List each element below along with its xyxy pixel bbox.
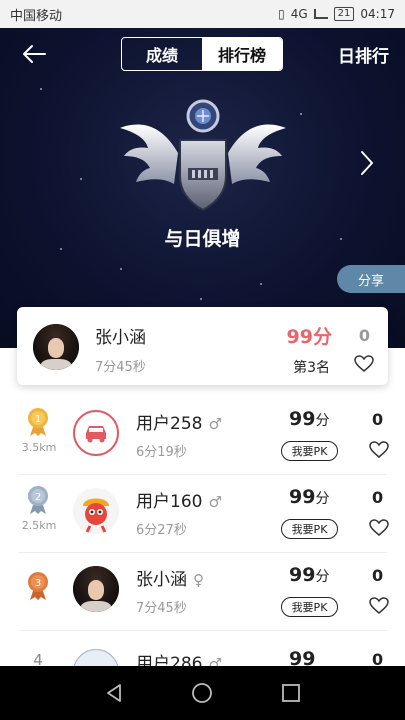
male-icon: ♂ [208, 415, 222, 433]
nav-home-button[interactable] [189, 680, 215, 706]
leaderboard-row[interactable]: 1 3.5km 用户258 ♂ 6分19秒 99分 我要PK 0 [0, 397, 405, 475]
share-button[interactable]: 分享 [337, 265, 405, 293]
pk-button[interactable]: 我要PK [281, 441, 338, 461]
pk-button[interactable]: 我要PK [281, 519, 338, 539]
gold-medal-icon: 1 [28, 408, 48, 436]
user-time: 6分27秒 [136, 523, 187, 538]
bronze-medal-icon: 3 [28, 572, 48, 600]
likes-count: 0 [372, 566, 384, 585]
carrier-label: 中国移动 [10, 8, 63, 24]
clock: 04:17 [360, 7, 395, 21]
user-name: 用户258 ♂ [136, 414, 222, 434]
user-avatar[interactable] [73, 410, 119, 456]
signal-icon [313, 9, 328, 19]
my-name: 张小涵 [95, 328, 146, 348]
daily-rank-button[interactable]: 日排行 [338, 42, 389, 67]
my-score-card: 张小涵 7分45秒 99分 第3名 0 [17, 307, 388, 385]
circle-home-icon [192, 683, 213, 703]
tab-switcher: 成绩 排行榜 [121, 37, 283, 71]
badge-title: 与日俱增 [164, 228, 241, 250]
heart-icon[interactable] [369, 441, 389, 459]
my-likes-count: 0 [358, 326, 370, 345]
pk-button[interactable]: 我要PK [281, 597, 338, 617]
user-score: 99分 [289, 564, 330, 586]
user-score: 99分 [289, 486, 330, 508]
status-indicators: ▯ 4G 21 04:17 [278, 7, 395, 21]
nav-recents-button[interactable] [278, 680, 304, 706]
my-score: 99分 [286, 326, 332, 348]
winged-shield-badge-icon [120, 99, 286, 212]
back-arrow-icon [23, 45, 46, 63]
user-score: 99分 [289, 408, 330, 430]
my-time: 7分45秒 [95, 360, 146, 375]
tab-score[interactable]: 成绩 [122, 38, 202, 70]
user-avatar[interactable] [73, 566, 119, 612]
back-button[interactable] [18, 40, 50, 68]
star-decoration [260, 283, 262, 285]
system-nav-bar [0, 666, 405, 720]
distance-label: 2.5km [21, 519, 57, 532]
user-name: 张小涵 ♀ [136, 570, 204, 590]
heart-icon[interactable] [369, 519, 389, 537]
vibrate-icon: ▯ [278, 7, 285, 21]
car-icon [86, 426, 106, 443]
svg-text:1: 1 [35, 414, 41, 425]
svg-text:2: 2 [35, 492, 41, 503]
nav-back-button[interactable] [101, 680, 127, 706]
leaderboard-row[interactable]: 2 2.5km 用户160 ♂ 6分27秒 99分 我要PK 0 [0, 475, 405, 553]
user-name: 用户160 ♂ [136, 492, 222, 512]
user-time: 7分45秒 [136, 601, 187, 616]
triangle-back-icon [107, 684, 122, 702]
network-label: 4G [290, 7, 308, 21]
star-decoration [40, 88, 42, 90]
my-rank: 第3名 [293, 360, 330, 376]
my-avatar[interactable] [33, 324, 79, 370]
star-decoration [300, 113, 302, 115]
svg-text:3: 3 [35, 578, 41, 589]
leaderboard-row[interactable]: 3 张小涵 ♀ 7分45秒 99分 我要PK 0 [0, 553, 405, 631]
distance-label: 3.5km [21, 441, 57, 454]
mascot-icon [73, 488, 119, 534]
heart-icon[interactable] [354, 355, 374, 373]
user-avatar[interactable] [73, 488, 119, 534]
heart-icon[interactable] [369, 597, 389, 615]
star-decoration [200, 298, 202, 300]
battery-icon: 21 [333, 7, 355, 21]
chevron-right-icon [361, 151, 373, 175]
likes-count: 0 [372, 410, 384, 429]
next-badge-button[interactable] [357, 148, 377, 178]
male-icon: ♂ [208, 493, 222, 511]
square-recents-icon [281, 684, 300, 702]
status-bar: 中国移动 ▯ 4G 21 04:17 [0, 0, 405, 28]
user-time: 6分19秒 [136, 445, 187, 460]
star-decoration [80, 178, 82, 180]
female-icon: ♀ [193, 571, 204, 589]
silver-medal-icon: 2 [28, 486, 48, 514]
likes-count: 0 [372, 488, 384, 507]
star-decoration [120, 268, 122, 270]
hero-banner: 成绩 排行榜 日排行 与日俱增 分享 [0, 28, 405, 348]
tab-leaderboard[interactable]: 排行榜 [202, 38, 282, 70]
